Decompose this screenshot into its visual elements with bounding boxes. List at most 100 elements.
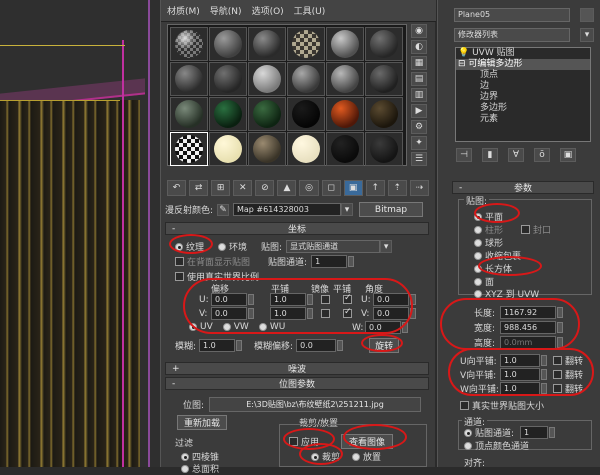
mapping-dropdown-arrow-icon[interactable]: ▾: [380, 240, 393, 253]
stack-item-vertex[interactable]: 顶点: [456, 70, 590, 81]
w-tile-field[interactable]: 1.0: [500, 382, 540, 395]
face-radio[interactable]: [474, 277, 482, 286]
height-field[interactable]: 0.0mm: [500, 336, 556, 349]
map-channel-radio[interactable]: [464, 428, 472, 437]
blur-offset-field[interactable]: 0.0: [296, 339, 337, 352]
material-slot[interactable]: [365, 27, 403, 61]
map-name-field[interactable]: Map #614328003: [233, 203, 341, 216]
texture-radio[interactable]: [175, 242, 183, 251]
v-tile-checkbox[interactable]: [343, 307, 352, 318]
show-map-icon[interactable]: ▣: [343, 180, 363, 196]
material-slot[interactable]: [248, 132, 286, 166]
bitmap-path-button[interactable]: E:\3D贴图\bz\布纹壁纸2\251211.jpg: [209, 397, 421, 412]
plane-radio[interactable]: [474, 212, 482, 221]
material-slot[interactable]: [248, 27, 286, 61]
w-angle-field[interactable]: 0.0: [365, 321, 401, 334]
material-id-icon[interactable]: ◻: [321, 180, 341, 196]
material-slot[interactable]: [326, 97, 364, 131]
material-slot[interactable]: [209, 132, 247, 166]
stack-item-edge[interactable]: 边: [456, 81, 590, 92]
make-unique-icon[interactable]: ∀: [508, 148, 524, 162]
map-channel-field[interactable]: 1: [311, 255, 348, 268]
modifier-list-dropdown[interactable]: 修改器列表: [454, 28, 570, 42]
show-end-result-icon[interactable]: ▮: [482, 148, 498, 162]
sum-area-radio[interactable]: [181, 464, 189, 473]
environ-radio[interactable]: [218, 242, 227, 251]
sphere-radio[interactable]: [474, 238, 482, 247]
remove-modifier-icon[interactable]: ō: [534, 148, 550, 162]
map-channel-spinner[interactable]: [348, 256, 355, 267]
menu-tools[interactable]: 工具(U): [294, 4, 326, 17]
stack-item-border[interactable]: 边界: [456, 92, 590, 103]
stack-item-element[interactable]: 元素: [456, 114, 590, 125]
uv-tiling-icon[interactable]: ▤: [411, 72, 427, 86]
mapping-dropdown[interactable]: 显式贴图通道: [286, 240, 381, 253]
bitmap-params-rollout-header[interactable]: - 位图参数: [165, 377, 429, 390]
u-tiling-field[interactable]: 1.0: [270, 293, 306, 306]
w-flip-checkbox[interactable]: [553, 384, 562, 393]
put-to-library-icon[interactable]: ◎: [299, 180, 319, 196]
material-slot[interactable]: [287, 27, 325, 61]
params-rollout-header[interactable]: - 参数: [452, 181, 594, 194]
put-to-scene-icon[interactable]: ⇄: [189, 180, 209, 196]
menu-options[interactable]: 选项(O): [252, 4, 284, 17]
v-mirror-checkbox[interactable]: [321, 309, 330, 318]
stack-item-polygon[interactable]: 多边形: [456, 103, 590, 114]
unique-icon[interactable]: ▲: [277, 180, 297, 196]
vw-radio[interactable]: [222, 323, 231, 331]
shrink-wrap-radio[interactable]: [474, 251, 482, 260]
u-mirror-checkbox[interactable]: [321, 295, 330, 304]
real-world-size-checkbox[interactable]: [460, 401, 469, 410]
material-slot[interactable]: [287, 62, 325, 96]
material-slot[interactable]: [170, 27, 208, 61]
reload-button[interactable]: 重新加载: [177, 415, 227, 430]
u-tile-checkbox[interactable]: [343, 293, 352, 304]
material-slot[interactable]: [248, 97, 286, 131]
background-icon[interactable]: ▦: [411, 56, 427, 70]
show-end-result-icon[interactable]: ↑: [365, 180, 385, 196]
noise-rollout-header[interactable]: + 噪波: [165, 362, 429, 375]
material-slot[interactable]: [209, 97, 247, 131]
stack-item-editable-poly[interactable]: ⊟ 可编辑多边形: [456, 59, 590, 70]
go-to-parent-icon[interactable]: ⇡: [387, 180, 407, 196]
blur-field[interactable]: 1.0: [199, 339, 236, 352]
material-navigator-icon[interactable]: ☰: [411, 152, 427, 166]
v-angle-field[interactable]: 0.0: [373, 307, 409, 320]
pin-stack-icon[interactable]: ⊣: [456, 148, 472, 162]
material-slot[interactable]: [365, 132, 403, 166]
u-offset-field[interactable]: 0.0: [211, 293, 247, 306]
cylinder-radio[interactable]: [474, 225, 482, 234]
u-tile-field[interactable]: 1.0: [500, 354, 540, 367]
configure-modifier-sets-icon[interactable]: ▣: [560, 148, 576, 162]
backlight-icon[interactable]: ◐: [411, 40, 427, 54]
map-dropdown-icon[interactable]: ▾: [341, 203, 353, 216]
place-radio[interactable]: [352, 452, 361, 461]
material-slot[interactable]: [326, 62, 364, 96]
object-color-swatch[interactable]: [580, 8, 594, 22]
box-radio[interactable]: [474, 264, 482, 273]
material-slot[interactable]: [287, 132, 325, 166]
rotate-button[interactable]: 旋转: [369, 338, 400, 353]
material-slot[interactable]: [170, 132, 208, 166]
copy-material-icon[interactable]: ⊘: [255, 180, 275, 196]
xyz-uvw-radio[interactable]: [474, 289, 482, 298]
reset-map-icon[interactable]: ✕: [233, 180, 253, 196]
object-name-field[interactable]: Plane05: [454, 8, 570, 22]
wu-radio[interactable]: [258, 323, 267, 331]
sample-type-icon[interactable]: ◉: [411, 24, 427, 38]
modifier-list-arrow-icon[interactable]: ▾: [580, 28, 594, 42]
v-offset-field[interactable]: 0.0: [211, 307, 247, 320]
coordinates-rollout-header[interactable]: - 坐标: [165, 222, 429, 235]
v-flip-checkbox[interactable]: [553, 370, 562, 379]
u-angle-field[interactable]: 0.0: [373, 293, 409, 306]
video-color-icon[interactable]: ▥: [411, 88, 427, 102]
material-slot[interactable]: [209, 27, 247, 61]
material-slot[interactable]: [170, 62, 208, 96]
uv-radio[interactable]: [189, 323, 197, 331]
material-slot[interactable]: [365, 97, 403, 131]
stack-item-uvw[interactable]: 💡 UVW 贴图: [456, 48, 590, 59]
map-type-button[interactable]: Bitmap: [359, 202, 423, 217]
material-slot[interactable]: [326, 132, 364, 166]
material-slot[interactable]: [287, 97, 325, 131]
material-slot[interactable]: [209, 62, 247, 96]
